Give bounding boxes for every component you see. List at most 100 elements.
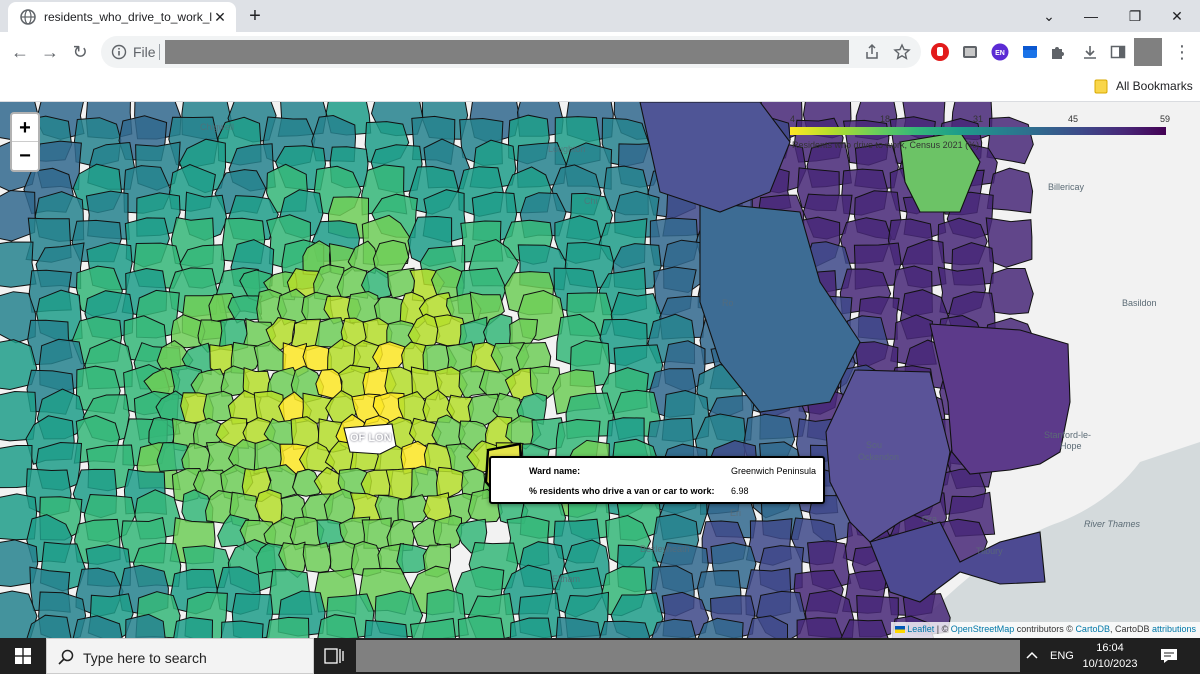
legend-ticks: 4 18 31 45 59: [790, 114, 1170, 126]
label-south: Sou: [866, 440, 883, 450]
ward-polygon[interactable]: [266, 616, 312, 638]
ward-polygon[interactable]: [302, 542, 333, 573]
attributions-link[interactable]: attributions: [1152, 624, 1196, 634]
side-panel-icon[interactable]: [1108, 42, 1128, 62]
reload-icon[interactable]: ↻: [66, 38, 94, 66]
ward-polygon[interactable]: [599, 620, 651, 638]
chevron-up-icon[interactable]: [1024, 646, 1040, 666]
ward-polygon[interactable]: [986, 167, 1034, 214]
label-ockendon: Ockendon: [858, 452, 900, 462]
all-bookmarks-link[interactable]: All Bookmarks: [1116, 79, 1193, 93]
ward-polygons[interactable]: [0, 102, 1200, 638]
tab-search-chevron-icon[interactable]: ⌄: [1026, 0, 1072, 32]
bookmarks-bar: All Bookmarks: [0, 72, 1200, 102]
windows-taskbar: Type here to search ENG 16:04 10/10/2023: [0, 638, 1200, 674]
puzzle-outline-icon[interactable]: [960, 42, 980, 62]
search-placeholder: Type here to search: [83, 650, 207, 666]
search-icon: [58, 649, 74, 665]
profile-avatar[interactable]: [1134, 38, 1162, 66]
calendar-icon[interactable]: [1020, 42, 1040, 62]
ward-polygon[interactable]: [302, 344, 332, 372]
label-erith: Eri: [730, 508, 741, 518]
label-stanford: Stanford-le-: [1044, 430, 1092, 440]
zoom-out-button[interactable]: −: [12, 142, 38, 170]
ward-polygon[interactable]: [457, 615, 505, 638]
carto-link[interactable]: CartoDB: [1075, 624, 1110, 634]
osm-link[interactable]: OpenStreetMap: [951, 624, 1015, 634]
tab-title: residents_who_drive_to_work_lo: [44, 10, 212, 24]
star-icon[interactable]: [893, 43, 911, 61]
ward-polygon[interactable]: [796, 617, 844, 638]
label-tilbury: Tilbury: [976, 546, 1003, 556]
label-eltham: Eltham: [552, 574, 581, 584]
tooltip-ward-row: Ward name:: [529, 466, 580, 476]
legend-tick: 4: [790, 114, 796, 124]
clock-time[interactable]: 16:04: [1080, 642, 1140, 654]
label-river-thames: River Thames: [1084, 519, 1141, 529]
kebab-menu-icon[interactable]: ⋮: [1172, 40, 1192, 64]
info-icon[interactable]: [111, 44, 127, 60]
tooltip-pct-row: % residents who drive a van or car to wo…: [529, 486, 715, 496]
leaflet-link[interactable]: Leaflet: [907, 624, 934, 634]
attrib-contrib: contributors ©: [1014, 624, 1076, 634]
ward-polygon[interactable]: [988, 268, 1034, 315]
minimize-icon[interactable]: —: [1068, 0, 1114, 32]
globe-icon: [20, 9, 36, 25]
folder-icon: [1094, 79, 1108, 94]
windows-start-button[interactable]: [0, 638, 46, 674]
choropleth-map[interactable]: Billericay Basildon Stanford-le- Hope Ri…: [0, 102, 1200, 638]
share-icon[interactable]: [863, 43, 881, 61]
label-basildon: Basildon: [1122, 298, 1157, 308]
label-billericay: Billericay: [1048, 182, 1085, 192]
map-attribution: Leaflet | © OpenStreetMap contributors ©…: [891, 622, 1200, 638]
svg-text:EN: EN: [995, 50, 1005, 57]
clock-date[interactable]: 10/10/2023: [1072, 658, 1148, 670]
browser-tab[interactable]: residents_who_drive_to_work_lo ✕: [8, 2, 236, 32]
en-icon[interactable]: EN: [990, 42, 1010, 62]
label-grays: Gra: [922, 514, 938, 524]
close-window-icon[interactable]: ✕: [1154, 0, 1200, 32]
attrib-sep: | ©: [934, 624, 951, 634]
label-chigwell: Chigwell: [200, 122, 235, 132]
url-scheme: File: [133, 44, 156, 60]
stop-hand-icon[interactable]: [930, 42, 950, 62]
tab-strip: residents_who_drive_to_work_lo ✕ + ⌄ — ❐…: [0, 0, 1200, 32]
legend-gradient-bar: [790, 127, 1166, 135]
zoom-control: + −: [10, 112, 40, 172]
label-city-of-london: OF LON: [350, 432, 392, 444]
label-chingford: Chi: [584, 196, 598, 206]
legend-tick: 59: [1160, 114, 1171, 124]
legend-tick: 45: [1068, 114, 1079, 124]
ward-polygon[interactable]: [396, 543, 429, 574]
ward-polygon[interactable]: [651, 618, 698, 638]
windows-logo-icon: [15, 648, 31, 664]
browser-toolbar: ← → ↻ File EN ⋮: [0, 32, 1200, 72]
new-tab-button[interactable]: +: [244, 5, 266, 27]
address-bar[interactable]: File: [101, 36, 921, 68]
tooltip-pct-value: 6.98: [731, 486, 749, 496]
back-arrow-icon[interactable]: ←: [6, 38, 34, 66]
tooltip-ward-value: Greenwich Peninsula: [731, 466, 817, 476]
input-language[interactable]: ENG: [1050, 650, 1074, 662]
taskbar-search-box[interactable]: Type here to search: [46, 638, 314, 674]
tooltip-pct-label: % residents who drive a van or car to wo…: [529, 486, 715, 496]
ward-polygon[interactable]: [172, 616, 214, 638]
color-legend: 4 18 31 45 59 Residents who drive to wor…: [790, 114, 1170, 152]
notification-icon[interactable]: [1160, 648, 1178, 664]
label-loughton: Loughton: [548, 144, 586, 154]
label-romford: Ro: [722, 298, 734, 308]
puzzle-icon[interactable]: [1048, 42, 1068, 62]
legend-tick: 31: [973, 114, 984, 124]
label-bexleyheath: Bexleyheath: [640, 544, 690, 554]
forward-arrow-icon[interactable]: →: [36, 38, 64, 66]
taskbar-app-redacted[interactable]: [356, 640, 1020, 672]
ward-polygon[interactable]: [220, 620, 264, 638]
restore-icon[interactable]: ❐: [1112, 0, 1158, 32]
omnibox-divider: [159, 44, 160, 60]
zoom-in-button[interactable]: +: [12, 114, 38, 142]
url-redacted[interactable]: [165, 40, 849, 64]
task-view-icon[interactable]: [322, 646, 346, 666]
close-tab-icon[interactable]: ✕: [212, 9, 228, 25]
legend-tick: 18: [880, 114, 891, 124]
download-icon[interactable]: [1080, 42, 1100, 62]
